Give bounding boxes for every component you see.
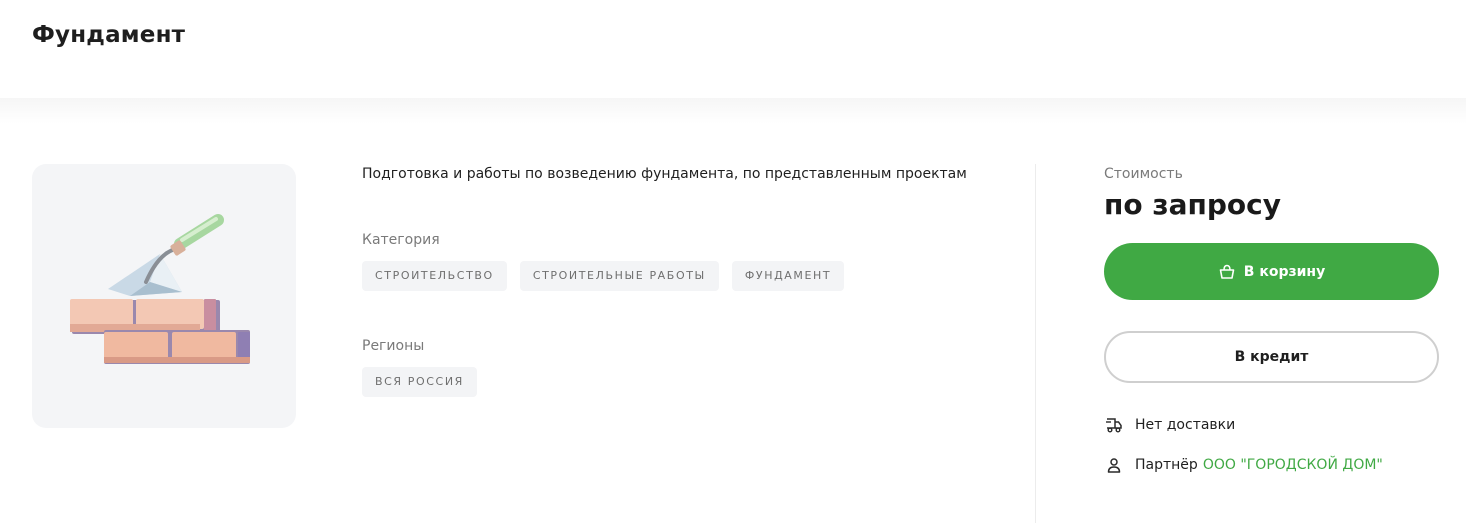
product-description: Подготовка и работы по возведению фундам… bbox=[362, 166, 967, 182]
page-title: Фундамент bbox=[32, 22, 186, 48]
delivery-info: Нет доставки bbox=[1104, 415, 1235, 435]
region-tags: ВСЯ РОССИЯ bbox=[362, 367, 477, 397]
product-image bbox=[32, 164, 296, 428]
category-tags: СТРОИТЕЛЬСТВО СТРОИТЕЛЬНЫЕ РАБОТЫ ФУНДАМ… bbox=[362, 261, 845, 291]
add-to-cart-label: В корзину bbox=[1243, 263, 1326, 280]
price-value: по запросу bbox=[1104, 188, 1281, 221]
add-to-cart-button[interactable]: В корзину bbox=[1104, 243, 1439, 300]
price-label: Стоимость bbox=[1104, 166, 1183, 182]
category-tag[interactable]: ФУНДАМЕНТ bbox=[731, 261, 845, 291]
product-page: Фундамент Подготовка и работы по возведе… bbox=[0, 0, 1466, 523]
delivery-text: Нет доставки bbox=[1135, 417, 1236, 433]
regions-label: Регионы bbox=[362, 338, 425, 354]
partner-info: Партнёр ООО "ГОРОДСКОЙ ДОМ" bbox=[1104, 455, 1383, 475]
delivery-icon bbox=[1104, 415, 1124, 435]
category-tag[interactable]: СТРОИТЕЛЬСТВО bbox=[362, 261, 507, 291]
person-icon bbox=[1104, 455, 1124, 475]
category-label: Категория bbox=[362, 232, 440, 248]
credit-button-label: В кредит bbox=[1234, 349, 1309, 365]
partner-link[interactable]: ООО "ГОРОДСКОЙ ДОМ" bbox=[1203, 457, 1383, 473]
credit-button[interactable]: В кредит bbox=[1104, 331, 1439, 383]
category-tag[interactable]: СТРОИТЕЛЬНЫЕ РАБОТЫ bbox=[519, 261, 719, 291]
partner-label: Партнёр bbox=[1135, 457, 1198, 473]
column-divider bbox=[1035, 164, 1036, 523]
region-tag[interactable]: ВСЯ РОССИЯ bbox=[362, 367, 477, 397]
bricks-trowel-icon bbox=[70, 214, 250, 364]
page-header: Фундамент bbox=[0, 0, 1466, 98]
basket-icon bbox=[1218, 263, 1236, 281]
header-shadow bbox=[0, 98, 1466, 124]
